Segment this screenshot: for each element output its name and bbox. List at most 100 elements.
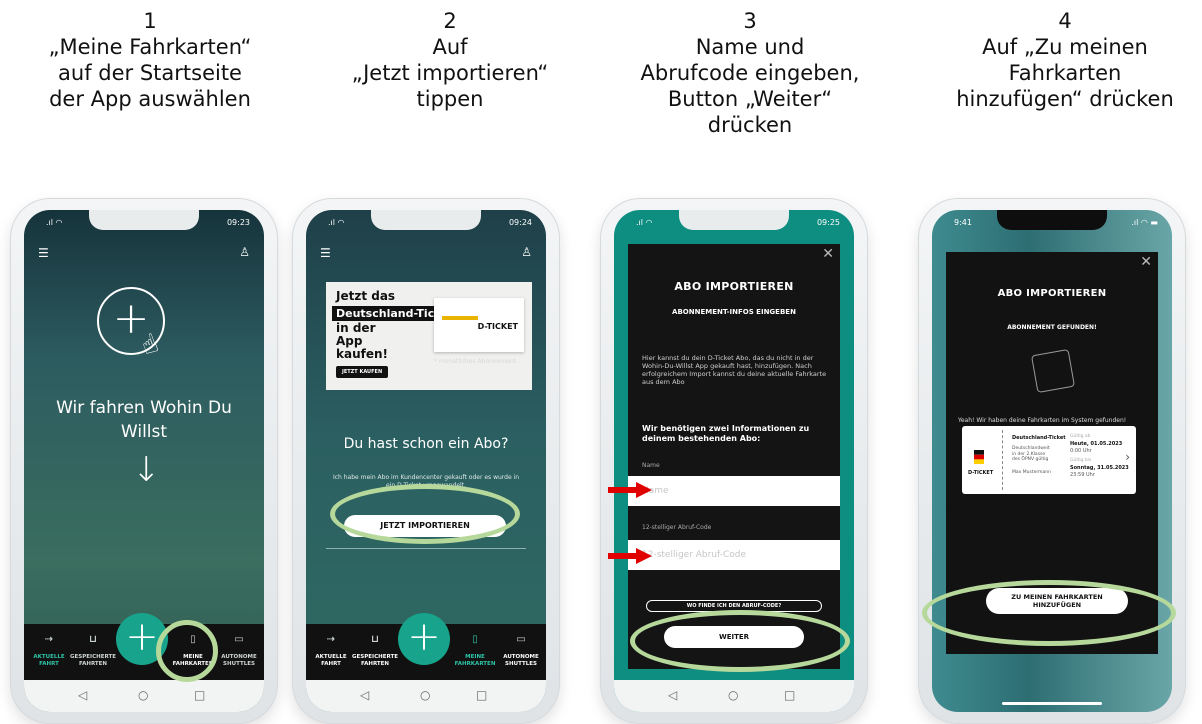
nav-saved-trips[interactable]: ⊔ GESPEICHERTE FAHRTEN: [352, 624, 398, 668]
caption-line: Name und: [695, 35, 805, 59]
phone-notch: [371, 210, 481, 230]
signal-icon: .ıl ◠: [46, 218, 63, 227]
shuttle-icon: ▭: [234, 634, 244, 645]
question-heading: Du hast schon ein Abo?: [343, 436, 509, 452]
caption-line: hinzufügen“ drücken: [956, 87, 1174, 111]
divider: [326, 548, 526, 549]
step-number: 3: [743, 9, 757, 33]
nav-saved-trips[interactable]: ⊔ GESPEICHERTE FAHRTEN: [70, 624, 116, 668]
signal-icon: .ıl ◠: [328, 218, 345, 227]
import-modal: ✕ ABO IMPORTIEREN ABONNEMENT-INFOS EINGE…: [628, 244, 840, 669]
system-nav-bar: ◁ ○ □: [24, 680, 264, 712]
recents-icon[interactable]: □: [476, 688, 487, 702]
d-ticket-ad-banner[interactable]: Jetzt das Deutschland-Ticket* in der App…: [326, 282, 532, 390]
code-label: 12-stelliger Abruf-Code: [642, 524, 712, 531]
modal-info: Wir benötigen zwei Informationen zu dein…: [642, 424, 810, 443]
shuttle-icon: ▭: [516, 634, 526, 645]
nav-label: AKTUELLE FAHRT: [33, 654, 65, 667]
modal-subtitle: ABONNEMENT-INFOS EINGEBEN: [672, 308, 796, 316]
system-nav-bar: ◁ ○ □: [306, 680, 546, 712]
menu-icon[interactable]: ☰: [38, 246, 49, 260]
caption-line: tippen: [416, 87, 484, 111]
step-number: 2: [443, 9, 457, 33]
bookmark-icon: ⊔: [371, 634, 379, 645]
step-number: 1: [143, 9, 157, 33]
highlight-ring: [630, 610, 850, 672]
nav-label: AUTONOME SHUTTLES: [503, 654, 539, 667]
caption-line: Auf „Zu meinen: [982, 35, 1148, 59]
ticket-phone-icon: ▯: [472, 634, 478, 645]
step-3-caption: 3 Name und Abrufcode eingeben, Button „W…: [630, 8, 870, 138]
caption-line: drücken: [707, 113, 793, 137]
step-2-caption: 2 Auf „Jetzt importieren“ tippen: [330, 8, 570, 112]
arrow-down-icon: ↓: [132, 450, 161, 490]
phone-1: .ıl ◠ 09:23 ☰ ♙ + ☝ Wir fahren Wohin Du …: [10, 198, 278, 724]
card-stripe: [442, 316, 478, 320]
add-fab-button[interactable]: +: [398, 613, 450, 665]
step-4-caption: 4 Auf „Zu meinen Fahrkarten hinzufügen“ …: [940, 8, 1190, 112]
status-time: 09:23: [226, 218, 250, 227]
caption-line: „Meine Fahrkarten“: [48, 35, 252, 59]
home-icon[interactable]: ○: [138, 688, 148, 702]
nav-my-tickets[interactable]: ▯ MEINE FAHRKARTEN: [452, 624, 498, 668]
nav-current-trip[interactable]: ⇢ AKTUELLE FAHRT: [26, 624, 72, 668]
status-time: 9:41: [954, 218, 972, 227]
signal-icon: .ıl ◠: [636, 218, 653, 227]
nav-label: GESPEICHERTE FAHRTEN: [352, 654, 398, 667]
ad-footnote: * monatliches Abonnement: [434, 358, 516, 365]
status-time: 09:24: [508, 218, 532, 227]
phone-3: .ıl ◠ 09:25 ✕ ABO IMPORTIEREN ABONNEMENT…: [600, 198, 868, 724]
modal-description: Hier kannst du dein D-Ticket Abo, das du…: [642, 354, 827, 386]
arrow-right-icon: [608, 482, 652, 498]
caption-line: Button „Weiter“: [667, 87, 833, 111]
phone-notch: [679, 210, 789, 230]
nav-label: AUTONOME SHUTTLES: [221, 654, 257, 667]
caption-line: Abrufcode eingeben,: [640, 61, 860, 85]
phone-2: .ıl ◠ 09:24 ☰ ♙ Jetzt das Deutschland-Ti…: [292, 198, 560, 724]
nav-shuttles[interactable]: ▭ AUTONOME SHUTTLES: [498, 624, 544, 668]
hero-line: Wir fahren Wohin Du: [56, 398, 232, 418]
menu-icon[interactable]: ☰: [320, 246, 331, 260]
nav-label: MEINE FAHRKARTEN: [454, 654, 496, 667]
abruf-code-field[interactable]: 12-stelliger Abruf-Code: [628, 540, 840, 570]
back-icon[interactable]: ◁: [78, 688, 87, 702]
phone-notch: [89, 210, 199, 230]
close-icon[interactable]: ✕: [822, 246, 834, 262]
home-screen: .ıl ◠ 09:23 ☰ ♙ + ☝ Wir fahren Wohin Du …: [24, 210, 264, 712]
name-label: Name: [642, 462, 660, 469]
nav-current-trip[interactable]: ⇢ AKTUELLE FAHRT: [308, 624, 354, 668]
back-icon[interactable]: ◁: [668, 688, 677, 702]
phone-notch: [997, 210, 1107, 230]
caption-line: „Jetzt importieren“: [351, 61, 549, 85]
highlight-ring: [922, 580, 1176, 646]
home-screen-ad: .ıl ◠ 09:24 ☰ ♙ Jetzt das Deutschland-Ti…: [306, 210, 546, 712]
hero-text: Wir fahren Wohin Du Willst: [24, 396, 264, 444]
buy-now-button[interactable]: JETZT KAUFEN: [336, 366, 389, 378]
back-icon[interactable]: ◁: [360, 688, 369, 702]
caption-line: Auf: [432, 35, 468, 59]
highlight-ring: [330, 484, 520, 544]
caption-line: auf der Startseite: [58, 61, 242, 85]
recents-icon[interactable]: □: [194, 688, 205, 702]
profile-icon[interactable]: ♙: [521, 245, 532, 259]
signal-icon: .ıl ◠ ▬: [1131, 218, 1158, 227]
d-ticket-card-image: D-TICKET: [434, 298, 524, 352]
ad-line: in der App kaufen!: [336, 321, 388, 361]
recents-icon[interactable]: □: [784, 688, 795, 702]
nav-shuttles[interactable]: ▭ AUTONOME SHUTTLES: [216, 624, 262, 668]
highlight-ring: [156, 620, 218, 682]
phone-4: 9:41 .ıl ◠ ▬ ✕ ABO IMPORTIEREN ABONNEMEN…: [918, 198, 1186, 724]
system-nav-bar: ◁ ○ □: [614, 680, 854, 712]
home-indicator[interactable]: [1002, 702, 1102, 705]
home-icon[interactable]: ○: [420, 688, 430, 702]
profile-icon[interactable]: ♙: [239, 245, 250, 259]
home-icon[interactable]: ○: [728, 688, 738, 702]
caption-line: Fahrkarten: [1008, 61, 1122, 85]
route-icon: ⇢: [44, 634, 54, 645]
status-time: 09:25: [816, 218, 840, 227]
ad-line: Jetzt das: [336, 289, 396, 303]
step-1-caption: 1 „Meine Fahrkarten“ auf der Startseite …: [30, 8, 270, 112]
name-field[interactable]: Name: [628, 476, 840, 506]
arrow-right-icon: [608, 548, 652, 564]
step-number: 4: [1058, 9, 1072, 33]
